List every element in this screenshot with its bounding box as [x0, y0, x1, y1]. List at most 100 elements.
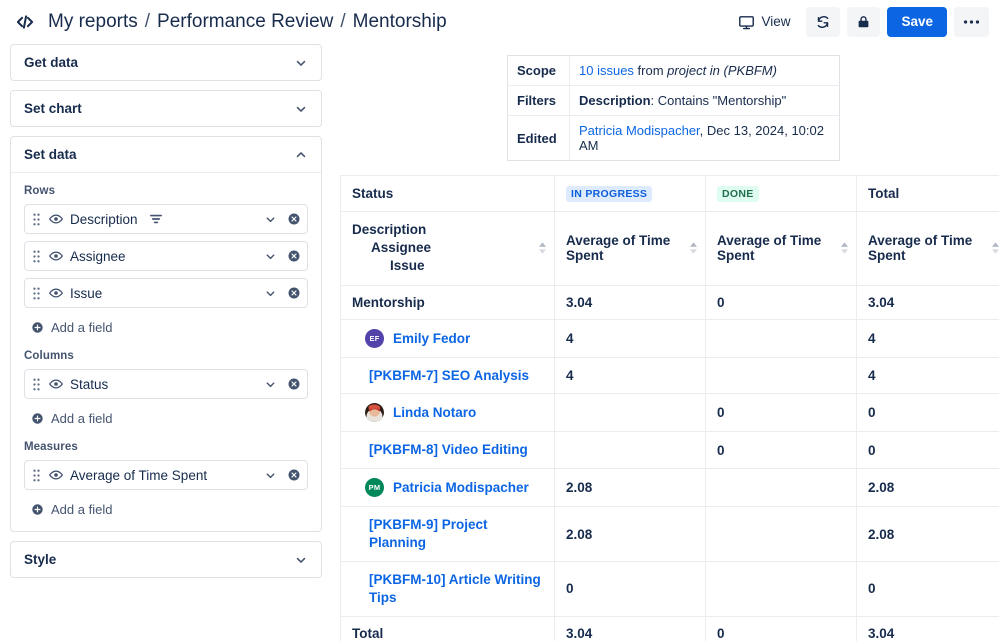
cell-value [706, 561, 857, 616]
cell-value: 3.04 [555, 285, 706, 319]
field-group-columns: Columns Status [24, 350, 308, 426]
refresh-button[interactable] [806, 7, 840, 37]
refresh-icon [815, 14, 831, 30]
issue-link[interactable]: [PKBFM-10] Article Writing Tips [369, 572, 541, 605]
field-group-label-columns: Columns [24, 350, 308, 362]
issue-link[interactable]: [PKBFM-9] Project Planning [369, 517, 488, 550]
monitor-icon [738, 14, 755, 31]
table-row: PM Patricia Modispacher 2.08 2.08 [341, 469, 999, 507]
field-group-rows: Rows Description [24, 185, 308, 335]
add-circle-icon [31, 321, 44, 334]
remove-circle-icon[interactable] [287, 286, 301, 300]
person-name-link[interactable]: Emily Fedor [393, 331, 470, 346]
issue-link[interactable]: [PKBFM-7] SEO Analysis [369, 368, 529, 383]
chevron-down-icon[interactable] [260, 287, 281, 300]
person-name-link[interactable]: Linda Notaro [393, 405, 476, 420]
field-item-description[interactable]: Description [24, 204, 308, 234]
add-field-button-columns[interactable]: Add a field [24, 406, 308, 426]
chevron-down-icon[interactable] [260, 378, 281, 391]
save-button[interactable]: Save [887, 7, 947, 37]
eye-icon[interactable] [48, 248, 64, 264]
panel-style: Style [10, 541, 322, 578]
field-item-average-of-time-spent[interactable]: Average of Time Spent [24, 460, 308, 490]
breadcrumb-item-0[interactable]: My reports [48, 11, 138, 33]
cell-value: 4 [857, 357, 999, 394]
panel-header-style[interactable]: Style [11, 542, 321, 577]
chevron-down-icon[interactable] [294, 102, 308, 116]
eye-icon[interactable] [48, 467, 64, 483]
drag-handle-icon[interactable] [30, 213, 42, 226]
save-button-label: Save [901, 15, 933, 29]
remove-circle-icon[interactable] [287, 468, 301, 482]
panel-title-style: Style [24, 552, 294, 567]
info-row-edited: Edited Patricia Modispacher, Dec 13, 202… [508, 116, 840, 161]
panel-header-set-chart[interactable]: Set chart [11, 91, 321, 126]
sort-arrows-icon[interactable] [539, 242, 546, 254]
panel-header-set-data[interactable]: Set data [11, 137, 321, 172]
scope-issues-link[interactable]: 10 issues [579, 63, 634, 78]
info-key-filters: Filters [508, 86, 570, 116]
chevron-down-icon[interactable] [260, 213, 281, 226]
eye-icon[interactable] [48, 376, 64, 392]
pivot-col-header-in-progress: IN PROGRESS [555, 176, 706, 212]
eye-icon[interactable] [48, 211, 64, 227]
row-dimension-1: Assignee [352, 239, 543, 257]
sidebar: Get data Set chart Set data [10, 44, 322, 641]
table-row: Linda Notaro 0 0 [341, 394, 999, 432]
row-label-issue-pkbfm-10: [PKBFM-10] Article Writing Tips [341, 561, 555, 616]
chevron-down-icon[interactable] [260, 469, 281, 482]
chevron-down-icon[interactable] [294, 56, 308, 70]
drag-handle-icon[interactable] [30, 287, 42, 300]
add-field-button-rows[interactable]: Add a field [24, 315, 308, 335]
drag-handle-icon[interactable] [30, 469, 42, 482]
remove-circle-icon[interactable] [287, 377, 301, 391]
panel-header-get-data[interactable]: Get data [11, 45, 321, 80]
more-options-button[interactable] [954, 7, 989, 37]
chevron-up-icon[interactable] [294, 148, 308, 162]
breadcrumb-separator-0: / [145, 11, 150, 33]
main-layout: Get data Set chart Set data [0, 44, 999, 641]
drag-handle-icon[interactable] [30, 378, 42, 391]
breadcrumb-item-1[interactable]: Performance Review [157, 11, 333, 33]
issue-link[interactable]: [PKBFM-8] Video Editing [369, 442, 528, 457]
avatar: EF [365, 329, 384, 348]
row-label-patricia-modispacher: PM Patricia Modispacher [341, 469, 555, 507]
sort-arrows-icon[interactable] [992, 242, 999, 254]
table-row: [PKBFM-9] Project Planning 2.08 2.08 [341, 507, 999, 562]
view-button-label: View [761, 15, 790, 29]
breadcrumb-item-2[interactable]: Mentorship [353, 11, 447, 33]
lock-icon [856, 14, 871, 30]
avatar: PM [365, 478, 384, 497]
field-item-status[interactable]: Status [24, 369, 308, 399]
chevron-down-icon[interactable] [260, 250, 281, 263]
table-row: [PKBFM-8] Video Editing 0 0 [341, 432, 999, 469]
eye-icon[interactable] [48, 285, 64, 301]
remove-circle-icon[interactable] [287, 249, 301, 263]
cell-value: 0 [857, 394, 999, 432]
person-name-link[interactable]: Patricia Modispacher [393, 480, 529, 495]
sort-arrows-icon[interactable] [690, 242, 697, 254]
row-dimension-2: Issue [352, 257, 543, 275]
add-field-button-measures[interactable]: Add a field [24, 497, 308, 517]
drag-handle-icon[interactable] [30, 250, 42, 263]
chevron-down-icon[interactable] [294, 553, 308, 567]
cell-value: 0 [857, 561, 999, 616]
view-button[interactable]: View [729, 7, 799, 37]
field-item-issue[interactable]: Issue [24, 278, 308, 308]
pivot-header-row-measures: Description Assignee Issue Average of Ti… [341, 212, 999, 286]
edited-by-link[interactable]: Patricia Modispacher [579, 123, 700, 138]
cell-value [706, 469, 857, 507]
lock-button[interactable] [847, 7, 880, 37]
field-item-assignee[interactable]: Assignee [24, 241, 308, 271]
scope-mid-text: from [634, 63, 667, 78]
table-row: [PKBFM-7] SEO Analysis 4 4 [341, 357, 999, 394]
row-label-issue-pkbfm-8: [PKBFM-8] Video Editing [341, 432, 555, 469]
cell-value [706, 357, 857, 394]
filter-icon[interactable] [149, 213, 163, 225]
sort-arrows-icon[interactable] [841, 242, 848, 254]
avatar [365, 403, 384, 422]
top-bar: My reports / Performance Review / Mentor… [0, 0, 999, 44]
remove-circle-icon[interactable] [287, 212, 301, 226]
row-dimensions-stack: Description Assignee Issue [352, 221, 543, 276]
info-value-filters: Description: Contains "Mentorship" [570, 86, 840, 116]
